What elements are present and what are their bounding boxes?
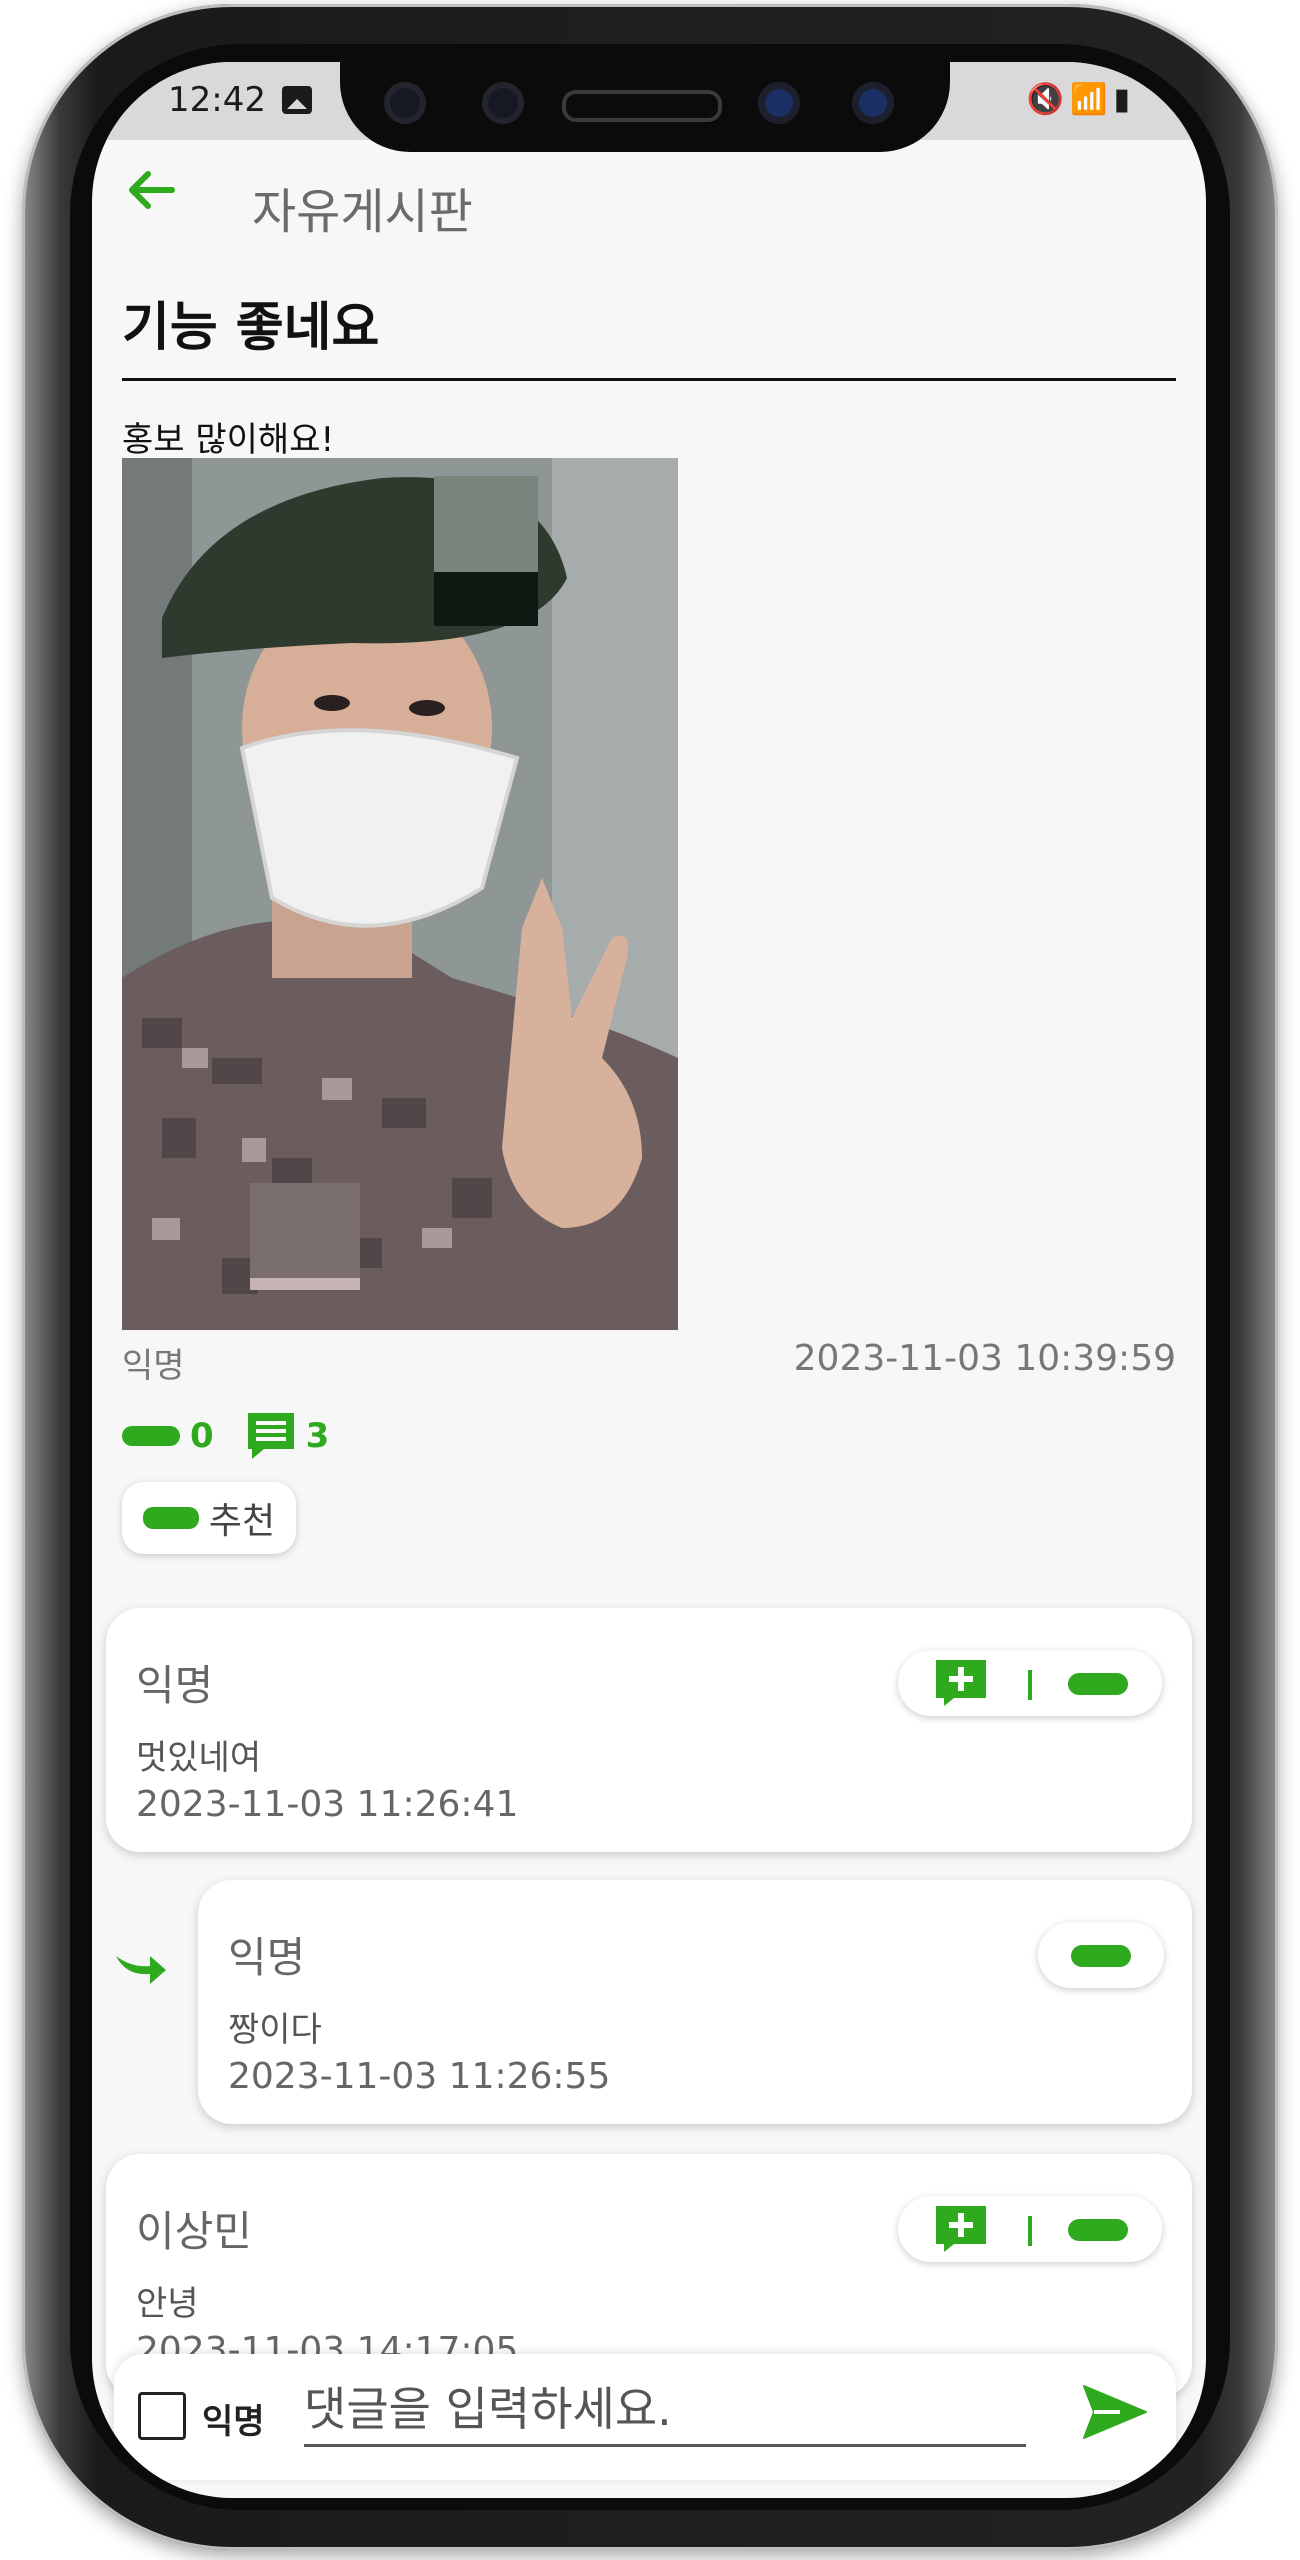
screen: 12:42 🔇📶▮ 자유게시판 기능 좋네요 홍보 많이해요! 익명 2023-… [92, 62, 1206, 2498]
reply-card: 익명 짱이다 2023-11-03 11:26:55 [198, 1880, 1192, 2124]
comment-text: 안녕 [136, 2284, 199, 2324]
comment-date: 2023-11-03 11:26:55 [228, 2056, 611, 2097]
post-date: 2023-11-03 10:39:59 [793, 1338, 1176, 1379]
sensor-icon [482, 82, 524, 124]
battery-icon: ▮ [1113, 82, 1136, 117]
camera-icon [384, 82, 426, 124]
soldier-photo [122, 458, 678, 1330]
arrow-left-icon[interactable] [122, 160, 182, 220]
gallery-icon [282, 86, 312, 114]
comment-count: 3 [305, 1416, 330, 1456]
anonymous-checkbox[interactable] [138, 2392, 186, 2440]
reply-arrow-icon [116, 1956, 166, 1984]
thumbs-up-icon [142, 1507, 199, 1529]
like-count: 0 [190, 1416, 214, 1456]
divider [122, 378, 1176, 381]
recommend-label: 추천 [208, 1501, 276, 1542]
reply-add-icon[interactable] [934, 2204, 988, 2254]
comment-date: 2023-11-03 11:26:41 [136, 1784, 519, 1825]
thumbs-up-icon[interactable] [1068, 2219, 1128, 2241]
divider [1028, 2216, 1032, 2246]
comment-card: 익명 멋있네여 2023-11-03 11:26:41 [106, 1608, 1192, 1852]
thumbs-up-icon[interactable] [1071, 1945, 1131, 1967]
speaker-grille [562, 90, 722, 122]
status-time: 12:42 [168, 80, 266, 120]
camera-icon [758, 82, 800, 124]
post-title: 기능 좋네요 [122, 298, 380, 358]
comment-input[interactable] [304, 2374, 1026, 2447]
post-author: 익명 [122, 1346, 185, 1386]
comment-icon [247, 1413, 294, 1459]
status-bar: 12:42 🔇📶▮ [92, 62, 1206, 152]
comment-actions [898, 1650, 1162, 1716]
comment-actions [1038, 1922, 1164, 1988]
send-icon[interactable] [1080, 2382, 1150, 2442]
comment-text: 멋있네여 [136, 1738, 262, 1778]
thumbs-up-icon [122, 1426, 180, 1446]
comment-author: 익명 [228, 1933, 306, 1982]
post-stats: 0 3 [122, 1410, 329, 1462]
comment-input-bar: 익명 [114, 2354, 1176, 2480]
divider [1028, 1670, 1032, 1700]
recommend-button[interactable]: 추천 [122, 1482, 296, 1554]
anonymous-label: 익명 [202, 2402, 265, 2442]
camera-icon [852, 82, 894, 124]
post-body: 홍보 많이해요! [122, 420, 335, 460]
comment-author: 익명 [136, 1661, 214, 1710]
reply-add-icon[interactable] [934, 1658, 988, 1708]
mute-icon: 🔇 [1026, 82, 1071, 117]
page-title: 자유게시판 [252, 184, 473, 240]
comment-text: 짱이다 [228, 2010, 322, 2050]
wifi-icon: 📶 [1070, 82, 1114, 117]
app-bar: 자유게시판 [92, 140, 1206, 248]
status-icons: 🔇📶▮ [1027, 82, 1136, 117]
thumbs-up-icon[interactable] [1068, 1673, 1128, 1695]
comment-author: 이상민 [136, 2207, 252, 2256]
camera-notch [340, 62, 950, 152]
comment-actions [898, 2196, 1162, 2262]
post-image[interactable] [122, 458, 678, 1330]
